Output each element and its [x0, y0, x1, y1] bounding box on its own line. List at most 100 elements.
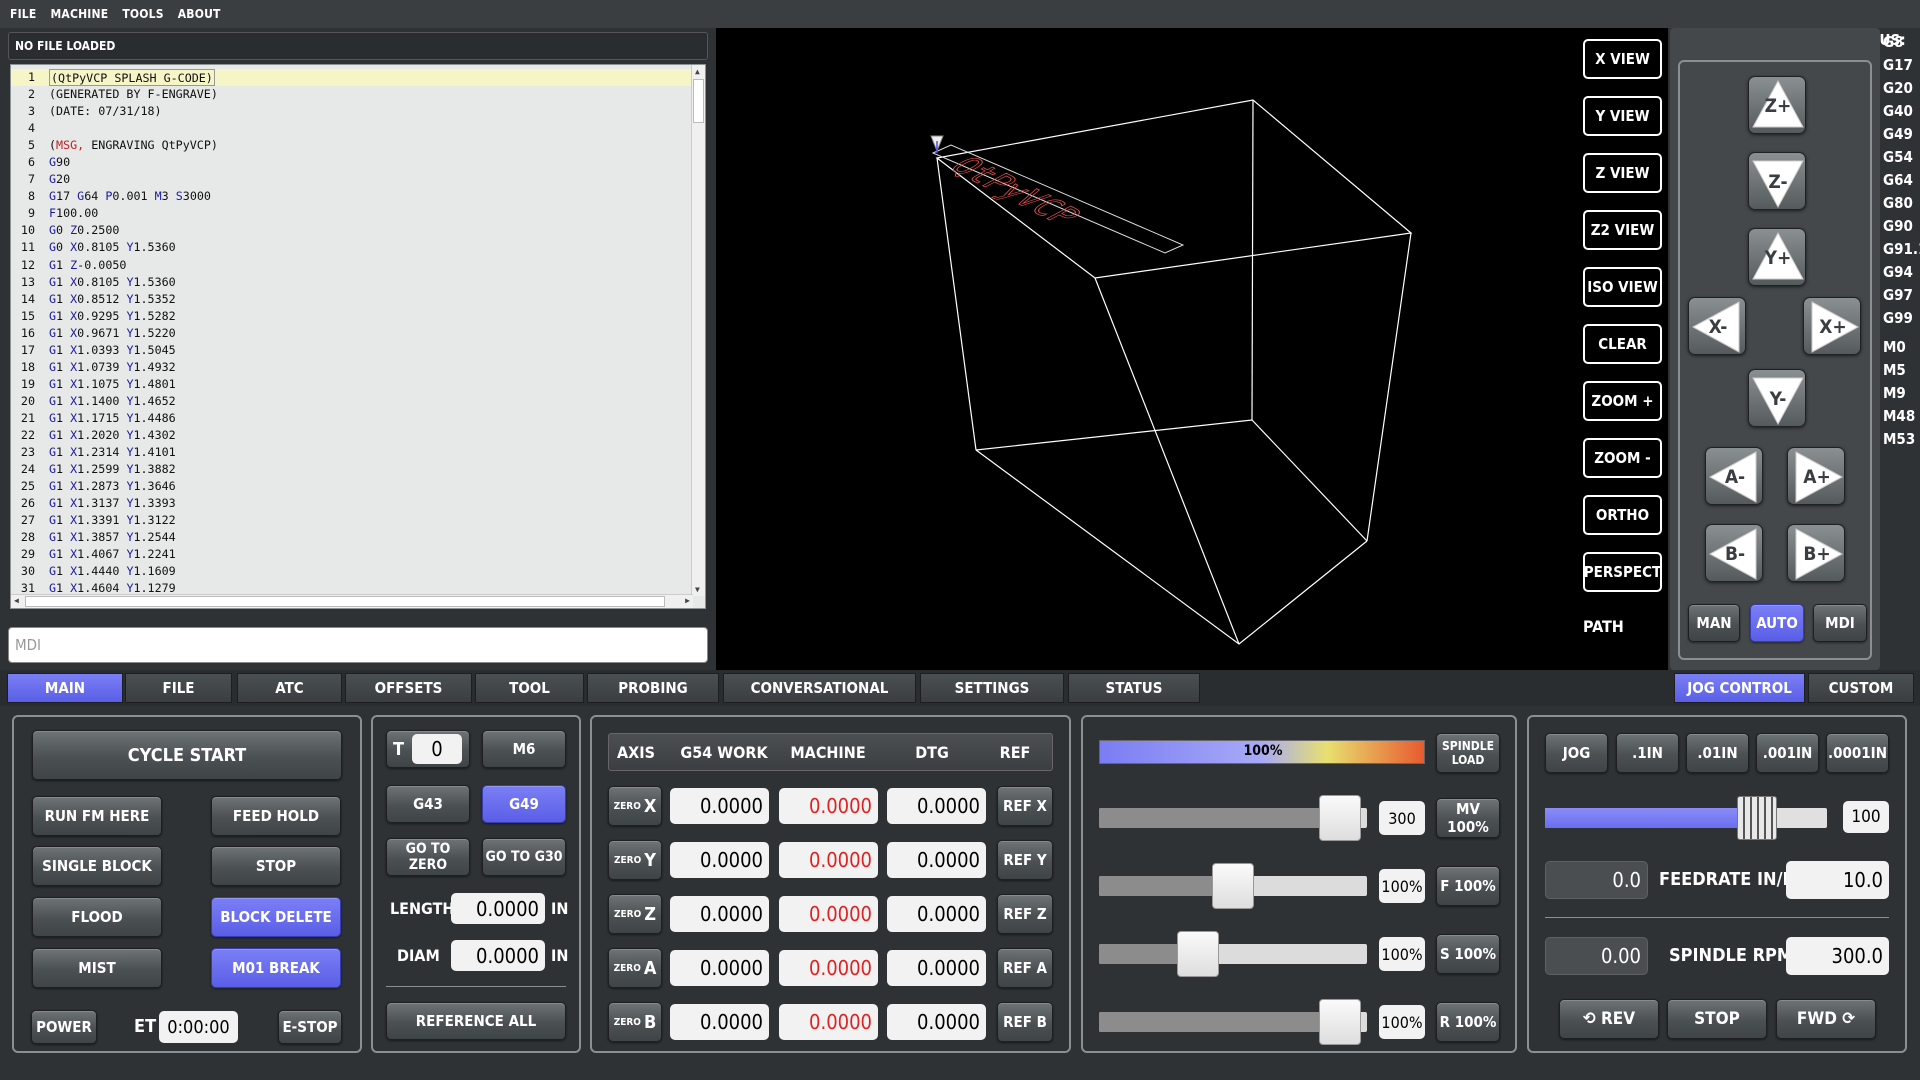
mode-auto-button[interactable]: AUTO	[1750, 604, 1804, 642]
single-block-button[interactable]: SINGLE BLOCK	[32, 846, 162, 886]
tab-file[interactable]: FILE	[125, 673, 232, 703]
scroll-thumb[interactable]	[693, 79, 704, 123]
menu-file[interactable]: FILE	[10, 7, 36, 21]
feed-hold-button[interactable]: FEED HOLD	[211, 796, 341, 836]
jog-label: Y+	[1764, 247, 1792, 269]
jog-increment-0001in-button[interactable]: .0001IN	[1826, 733, 1889, 773]
ref-z-button[interactable]: REF Z	[997, 894, 1053, 934]
jog-increment-1in-button[interactable]: .1IN	[1616, 733, 1679, 773]
mdi-input[interactable]: MDI	[8, 627, 708, 663]
estop-button[interactable]: E-STOP	[278, 1010, 342, 1044]
tab-conversational[interactable]: CONVERSATIONAL	[723, 673, 916, 703]
tab-tool[interactable]: TOOL	[475, 673, 584, 703]
jog-a-minus-button[interactable]: A-	[1705, 447, 1763, 505]
hscroll-thumb[interactable]	[25, 596, 665, 607]
m01-break-button[interactable]: M01 BREAK	[211, 948, 341, 988]
view-zoom-button[interactable]: ZOOM +	[1583, 381, 1662, 421]
spindle-reverse-button[interactable]: ⟲ REV	[1559, 999, 1659, 1039]
line-text: F100.00	[49, 206, 99, 221]
scroll-up-arrow[interactable]: ▲	[695, 67, 700, 76]
menu-tools[interactable]: TOOLS	[122, 7, 163, 21]
gcode-editor[interactable]: 1 (QtPyVCP SPLASH G-CODE) 2 (GENERATED BY F…	[10, 64, 706, 609]
reference-all-button[interactable]: REFERENCE ALL	[386, 1002, 566, 1040]
jog-z-plus-button[interactable]: Z+	[1748, 76, 1806, 134]
jog-speed-thumb[interactable]	[1737, 796, 1777, 840]
jog-increment-01in-button[interactable]: .01IN	[1686, 733, 1749, 773]
feed-override-thumb[interactable]	[1212, 863, 1254, 909]
jog-b-plus-button[interactable]: B+	[1787, 524, 1845, 582]
line-text: G0 Z0.2500	[49, 223, 120, 238]
block-delete-button[interactable]: BLOCK DELETE	[211, 897, 341, 937]
tab-jog-control[interactable]: JOG CONTROL	[1674, 673, 1805, 703]
vertical-scrollbar[interactable]: ▲ ▼	[691, 65, 705, 596]
zero-b-button[interactable]: ZERO B	[608, 1002, 662, 1042]
tool-number-field[interactable]: 0	[412, 734, 462, 764]
view-z-view-button[interactable]: Z VIEW	[1583, 153, 1662, 193]
tab-main[interactable]: MAIN	[7, 673, 123, 703]
tab-offsets[interactable]: OFFSETS	[345, 673, 472, 703]
view-ortho-button[interactable]: ORTHO	[1583, 495, 1662, 535]
tab-probing[interactable]: PROBING	[587, 673, 719, 703]
scroll-left-arrow[interactable]: ◀	[14, 596, 19, 605]
cycle-start-button[interactable]: CYCLE START	[32, 730, 342, 780]
tab-custom[interactable]: CUSTOM	[1808, 673, 1914, 703]
scroll-right-arrow[interactable]: ▶	[685, 596, 690, 605]
ref-x-button[interactable]: REF X	[997, 786, 1053, 826]
tab-atc[interactable]: ATC	[237, 673, 342, 703]
zero-label: ZERO	[613, 800, 641, 812]
jog-y-minus-button[interactable]: Y-	[1748, 369, 1806, 427]
ref-b-button[interactable]: REF B	[997, 1002, 1053, 1042]
backplot-view[interactable]: QtPyVCP	[716, 28, 1668, 670]
jog-z-minus-button[interactable]: Z-	[1748, 152, 1806, 210]
run-fm-here-button[interactable]: RUN FM HERE	[32, 796, 162, 836]
view-iso-view-button[interactable]: ISO VIEW	[1583, 267, 1662, 307]
feed-override-reset-button[interactable]: F 100%	[1436, 866, 1500, 906]
rapid-override-thumb[interactable]	[1319, 999, 1361, 1045]
jog-b-minus-button[interactable]: B-	[1705, 524, 1763, 582]
go-to-zero-button[interactable]: GO TO ZERO	[386, 838, 470, 876]
spindle-override-thumb[interactable]	[1177, 931, 1219, 977]
jog-increment-001in-button[interactable]: .001IN	[1756, 733, 1819, 773]
mode-mdi-button[interactable]: MDI	[1813, 604, 1867, 642]
ref-y-button[interactable]: REF Y	[997, 840, 1053, 880]
zero-a-button[interactable]: ZERO A	[608, 948, 662, 988]
jog-x-plus-button[interactable]: X+	[1803, 297, 1861, 355]
go-to-g30-button[interactable]: GO TO G30	[482, 838, 566, 876]
spindle-rpm-setpoint[interactable]: 300.0	[1786, 937, 1889, 975]
mist-button[interactable]: MIST	[32, 948, 162, 988]
max-velocity-override-thumb[interactable]	[1319, 795, 1361, 841]
rapid-override-reset-button[interactable]: R 100%	[1436, 1002, 1500, 1042]
max-velocity-override-reset-button[interactable]: MV 100%	[1436, 798, 1500, 838]
horizontal-scrollbar[interactable]: ◀ ▶	[11, 594, 693, 608]
scroll-down-arrow[interactable]: ▼	[695, 585, 700, 594]
spindle-override-reset-button[interactable]: S 100%	[1436, 934, 1500, 974]
g43-button[interactable]: G43	[386, 785, 470, 823]
view-clear-button[interactable]: CLEAR	[1583, 324, 1662, 364]
zero-x-button[interactable]: ZERO X	[608, 786, 662, 826]
mode-man-button[interactable]: MAN	[1688, 604, 1740, 642]
zero-y-button[interactable]: ZERO Y	[608, 840, 662, 880]
jog-x-minus-button[interactable]: X-	[1688, 297, 1746, 355]
view-y-view-button[interactable]: Y VIEW	[1583, 96, 1662, 136]
view-zoom-button[interactable]: ZOOM -	[1583, 438, 1662, 478]
spindle-forward-button[interactable]: FWD ⟳	[1776, 999, 1876, 1039]
jog-a-plus-button[interactable]: A+	[1787, 447, 1845, 505]
spindle-stop-button[interactable]: STOP	[1667, 999, 1767, 1039]
tab-status[interactable]: STATUS	[1068, 673, 1200, 703]
ref-a-button[interactable]: REF A	[997, 948, 1053, 988]
g49-button[interactable]: G49	[482, 785, 566, 823]
jog-y-plus-button[interactable]: Y+	[1748, 228, 1806, 286]
power-button[interactable]: POWER	[31, 1010, 97, 1044]
view-z2-view-button[interactable]: Z2 VIEW	[1583, 210, 1662, 250]
stop-button[interactable]: STOP	[211, 846, 341, 886]
flood-button[interactable]: FLOOD	[32, 897, 162, 937]
view-x-view-button[interactable]: X VIEW	[1583, 39, 1662, 79]
view-perspect-button[interactable]: PERSPECT	[1583, 552, 1662, 592]
zero-z-button[interactable]: ZERO Z	[608, 894, 662, 934]
feedrate-setpoint[interactable]: 10.0	[1786, 861, 1889, 899]
menu-about[interactable]: ABOUT	[178, 7, 221, 21]
menu-machine[interactable]: MACHINE	[50, 7, 108, 21]
tab-settings[interactable]: SETTINGS	[920, 673, 1064, 703]
jog-increment-continuous-button[interactable]: JOG	[1545, 733, 1608, 773]
m6-button[interactable]: M6	[482, 730, 566, 768]
